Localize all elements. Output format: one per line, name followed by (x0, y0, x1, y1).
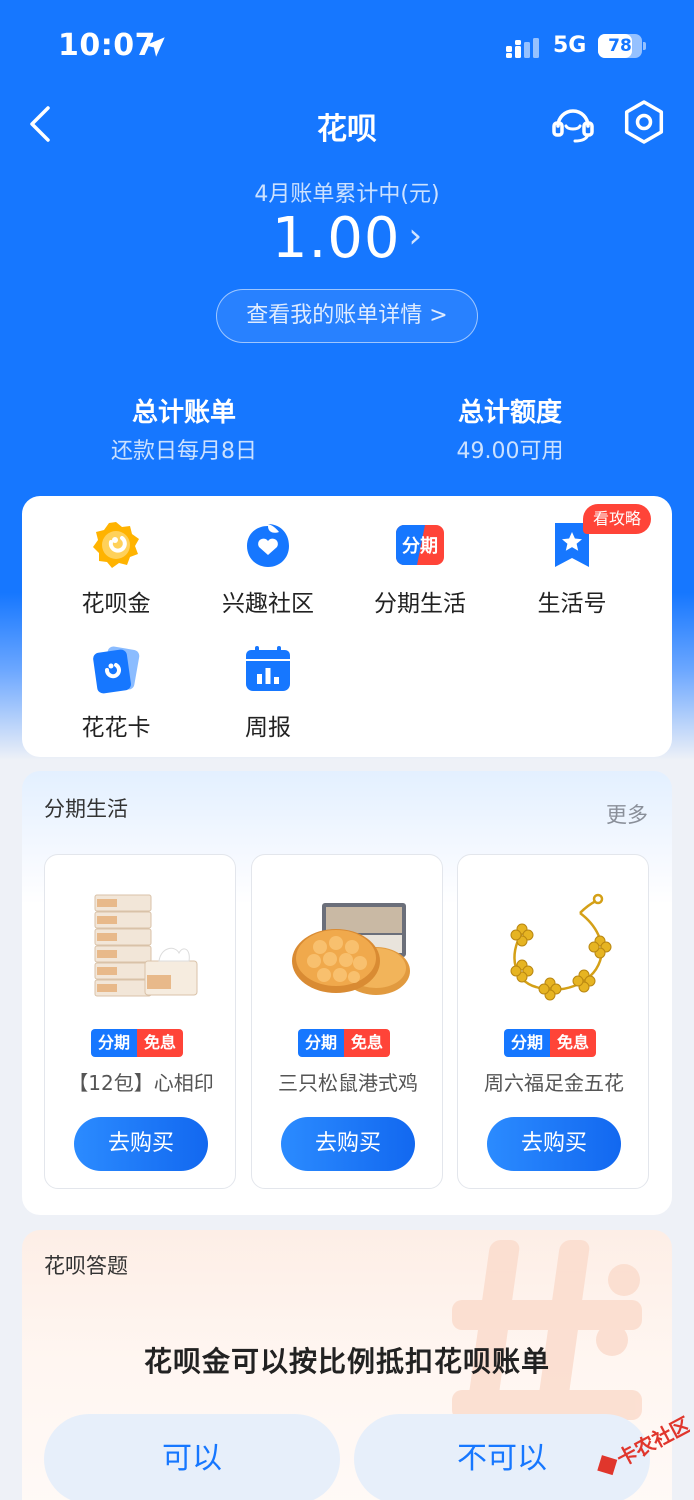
location-arrow-icon (145, 37, 165, 57)
flower-card-icon (93, 646, 140, 694)
gold-bracelet-image (510, 893, 612, 1001)
tag-installment: 分期 (298, 1029, 345, 1057)
product-name: 周六福足金五花 (484, 1071, 624, 1095)
buy-button[interactable]: 去购买 (281, 1117, 415, 1171)
quick-item-community[interactable]: 兴趣社区 (193, 520, 343, 618)
bill-period-label: 4月账单累计中(元) (254, 182, 440, 207)
installment-section: 分期生活 更多 分期 免息 【12包】心相印 去购买 分期 免息 三只松鼠港式鸡… (22, 771, 672, 1215)
buy-button[interactable]: 去购买 (487, 1117, 621, 1171)
quiz-section: 花呗答题 花呗金可以按比例抵扣花呗账单 可以 不可以 (22, 1230, 672, 1500)
watermark-logo: 卡农社区 (597, 1412, 690, 1476)
quick-item-weekly-report[interactable]: 周报 (193, 644, 343, 742)
quick-item-label: 花呗金 (81, 591, 151, 617)
product-card[interactable]: 分期 免息 三只松鼠港式鸡 去购买 (251, 854, 443, 1189)
weekly-report-icon (246, 646, 290, 691)
community-icon (247, 524, 289, 567)
product-name: 三只松鼠港式鸡 (278, 1071, 418, 1095)
battery-indicator: 78 (598, 34, 646, 58)
huabei-gold-icon (93, 522, 139, 568)
network-type: 5G (553, 33, 587, 58)
total-bill-title: 总计账单 (131, 398, 236, 428)
signal-icon (506, 38, 539, 58)
tag-free-interest: 免息 (344, 1029, 391, 1057)
installment-free-interest-tag: 分期 免息 (91, 1029, 184, 1057)
product-card[interactable]: 分期 免息 周六福足金五花 去购买 (457, 854, 649, 1189)
answer-yes-button[interactable]: 可以 (44, 1414, 340, 1500)
bill-amount-link[interactable]: 1.00 › (0, 206, 694, 271)
quick-item-label: 周报 (245, 715, 291, 741)
tag-free-interest: 免息 (137, 1029, 184, 1057)
battery-level: 78 (608, 36, 632, 56)
quick-item-label: 花花卡 (81, 715, 151, 741)
quick-item-huabei-gold[interactable]: 花呗金 (41, 520, 191, 618)
bill-detail-button[interactable]: 查看我的账单详情 > (216, 289, 478, 343)
product-name: 【12包】心相印 (68, 1071, 214, 1095)
quick-item-installment[interactable]: 分期 分期生活 (345, 520, 495, 618)
installment-free-interest-tag: 分期 免息 (298, 1029, 391, 1057)
buy-button[interactable]: 去购买 (74, 1117, 208, 1171)
svg-text:分期: 分期 (402, 536, 438, 557)
quick-item-label: 分期生活 (374, 591, 466, 617)
installment-icon: 分期 (396, 525, 444, 565)
total-bill-entry[interactable]: 总计账单 还款日每月8日 (84, 392, 284, 465)
section-title: 分期生活 (44, 797, 128, 821)
tissue-boxes-image (94, 894, 198, 997)
quick-item-flower-card[interactable]: 花花卡 (41, 644, 191, 742)
repayment-day: 还款日每月8日 (111, 439, 257, 464)
customer-service-icon[interactable] (550, 100, 596, 146)
egg-waffle-snack-image (292, 903, 410, 995)
quick-item-label: 兴趣社区 (222, 591, 314, 617)
tag-installment: 分期 (91, 1029, 138, 1057)
quiz-question: 花呗金可以按比例抵扣花呗账单 (143, 1345, 550, 1378)
more-link[interactable]: 更多 (606, 799, 648, 829)
quiz-title: 花呗答题 (44, 1254, 128, 1278)
bill-amount: 1.00 (271, 206, 401, 271)
total-limit-title: 总计额度 (457, 398, 562, 428)
quick-entry-card: 花呗金 兴趣社区 分期 分期生活 生活号 看攻略 花花卡 周报 (22, 496, 672, 757)
tag-installment: 分期 (504, 1029, 551, 1057)
strategy-badge[interactable]: 看攻略 (583, 504, 652, 534)
chevron-right-icon: › (408, 216, 423, 256)
available-limit: 49.00可用 (456, 439, 564, 464)
installment-free-interest-tag: 分期 免息 (504, 1029, 597, 1057)
tag-free-interest: 免息 (550, 1029, 597, 1057)
settings-gear-icon[interactable] (620, 98, 668, 146)
svg-text:卡农社区: 卡农社区 (613, 1412, 690, 1471)
quick-item-label: 生活号 (537, 591, 607, 617)
product-card[interactable]: 分期 免息 【12包】心相印 去购买 (44, 854, 236, 1189)
total-limit-entry[interactable]: 总计额度 49.00可用 (410, 392, 610, 465)
quick-item-life-account[interactable]: 生活号 (497, 520, 647, 618)
